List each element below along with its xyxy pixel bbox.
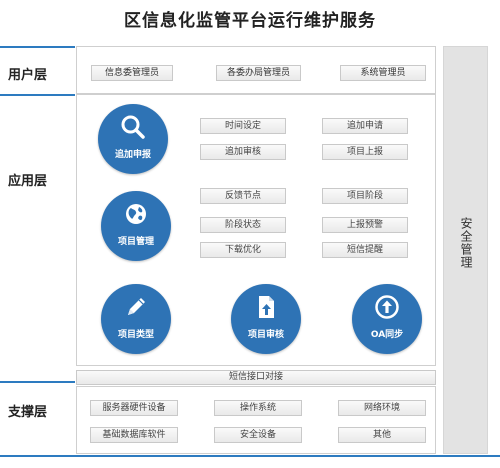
- security-management-panel: 安全管理: [443, 46, 488, 454]
- app-layer-label: 应用层: [8, 174, 48, 189]
- separator-bottom: [0, 455, 500, 457]
- module-label: OA同步: [370, 330, 404, 340]
- support-server-hardware: 服务器硬件设备: [90, 400, 178, 416]
- support-operating-system: 操作系统: [214, 400, 302, 416]
- support-security-equipment: 安全设备: [214, 427, 302, 443]
- function-additional-application: 追加申请: [322, 118, 408, 134]
- upload-circle-icon: [375, 295, 399, 319]
- module-label: 项目管理: [117, 237, 154, 247]
- module-label: 项目审核: [247, 330, 284, 340]
- user-role-info-commission: 信息委管理员: [91, 65, 173, 81]
- search-icon: [121, 115, 145, 139]
- function-stage-status: 阶段状态: [200, 217, 286, 233]
- function-report-warning: 上报预警: [322, 217, 408, 233]
- separator-user-app: [0, 94, 75, 96]
- sms-interface-bar: 短信接口对接: [76, 370, 436, 385]
- security-management-label: 安全管理: [459, 217, 473, 269]
- pencil-icon: [128, 298, 145, 315]
- support-other: 其他: [338, 427, 426, 443]
- app-layer-panel: 追加申报 项目管理 项目类型 项目审核 OA同步 时间设定 追加申请 追加审核 …: [76, 94, 436, 366]
- function-download-optimization: 下载优化: [200, 242, 286, 258]
- document-upload-icon: [259, 296, 274, 318]
- support-layer-panel: 服务器硬件设备 操作系统 网络环境 基础数据库软件 安全设备 其他: [76, 386, 436, 454]
- user-role-bureau-admin: 各委办局管理员: [216, 65, 301, 81]
- user-role-system-admin: 系统管理员: [340, 65, 426, 81]
- module-project-type[interactable]: 项目类型: [101, 284, 171, 354]
- function-additional-review: 追加审核: [200, 144, 286, 160]
- user-layer-panel: 信息委管理员 各委办局管理员 系统管理员: [76, 46, 436, 94]
- module-label: 项目类型: [117, 330, 154, 340]
- module-additional-declaration[interactable]: 追加申报: [98, 104, 168, 174]
- support-layer-label: 支撑层: [8, 405, 48, 420]
- support-network-environment: 网络环境: [338, 400, 426, 416]
- function-project-report: 项目上报: [322, 144, 408, 160]
- module-oa-sync[interactable]: OA同步: [352, 284, 422, 354]
- function-sms-reminder: 短信提醒: [322, 242, 408, 258]
- user-layer-label: 用户层: [8, 68, 48, 83]
- function-project-stage: 项目阶段: [322, 188, 408, 204]
- module-label: 追加申报: [114, 150, 151, 160]
- module-project-management[interactable]: 项目管理: [101, 191, 171, 261]
- module-project-review[interactable]: 项目审核: [231, 284, 301, 354]
- separator-app-support: [0, 381, 75, 383]
- support-database-software: 基础数据库软件: [90, 427, 178, 443]
- function-feedback-node: 反馈节点: [200, 188, 286, 204]
- diagram-title: 区信息化监管平台运行维护服务: [124, 11, 376, 31]
- globe-icon: [126, 204, 146, 224]
- separator-top: [0, 46, 75, 48]
- function-time-setting: 时间设定: [200, 118, 286, 134]
